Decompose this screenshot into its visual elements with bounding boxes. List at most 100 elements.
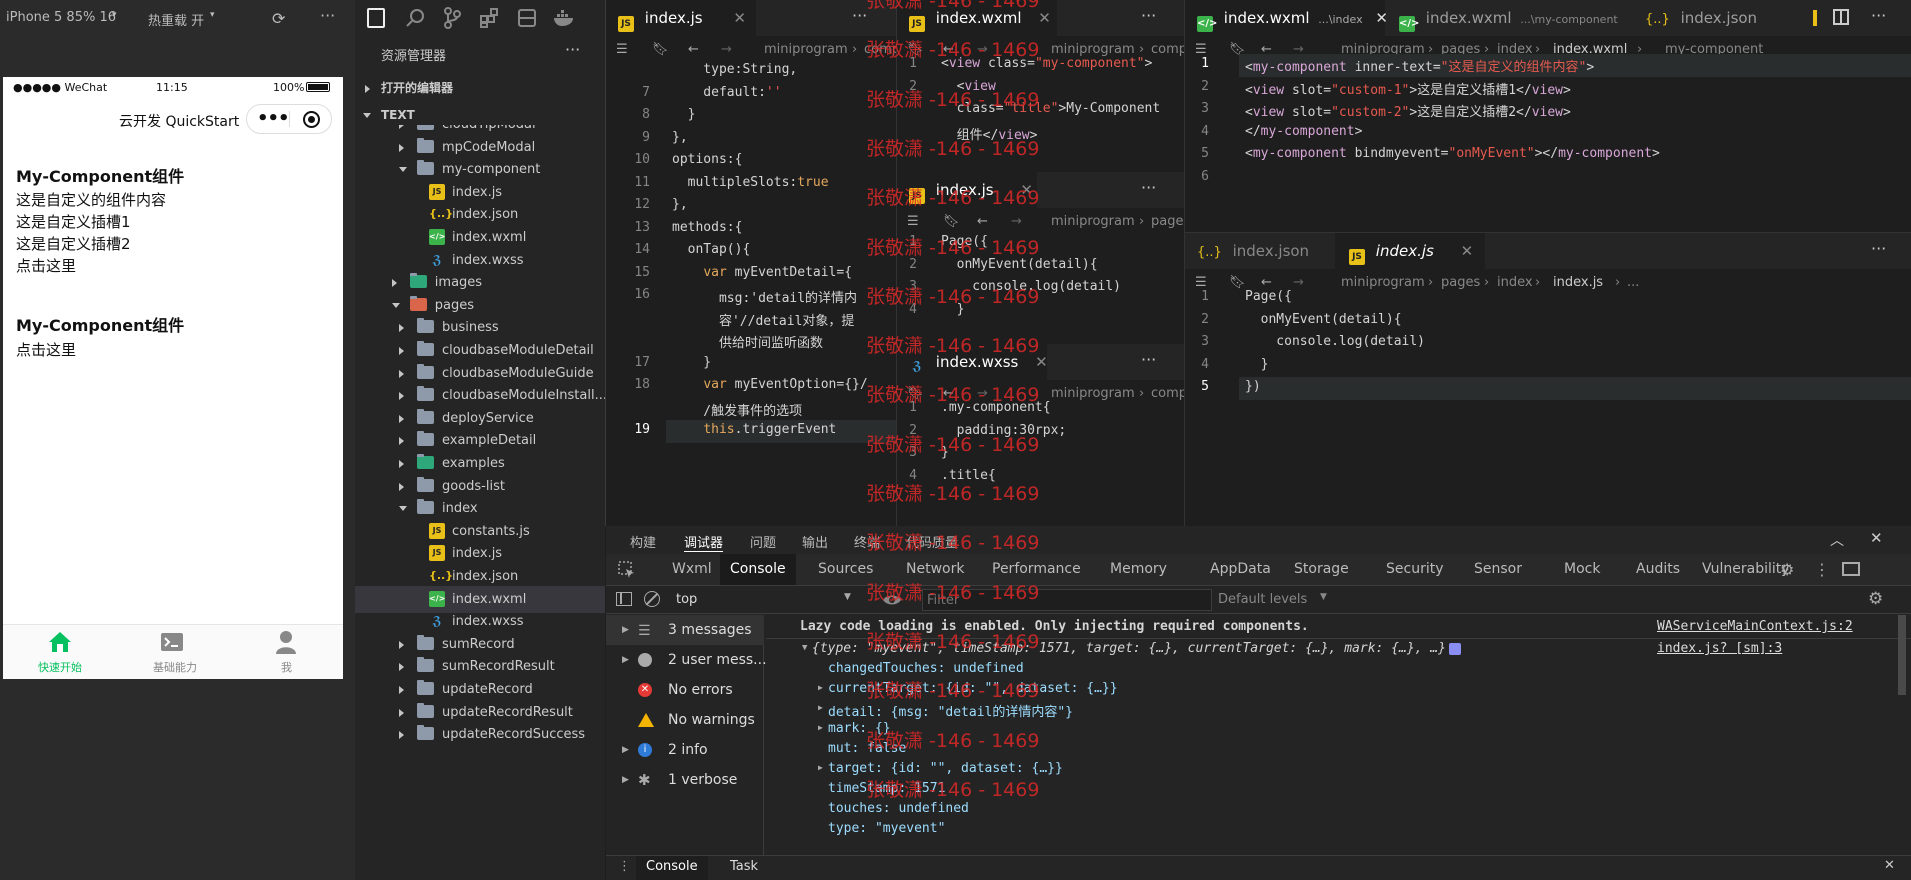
- explorer-more-icon[interactable]: ···: [565, 40, 580, 59]
- code-line[interactable]: <view slot="custom-1">这是自定义插槽1</view>: [1245, 79, 1571, 98]
- log-source-link[interactable]: WAServiceMainContext.js:2: [1657, 619, 1853, 634]
- code-line[interactable]: default:'': [672, 85, 781, 100]
- code-line[interactable]: onMyEvent(detail){: [1245, 312, 1402, 327]
- code-line[interactable]: <view slot="custom-2">这是自定义插槽2</view>: [1245, 101, 1571, 120]
- tree-item[interactable]: updateRecordSuccess: [355, 721, 605, 748]
- levels-select[interactable]: Default levels: [1218, 592, 1307, 607]
- code-line[interactable]: },: [672, 197, 688, 212]
- kebab-icon[interactable]: ⋮: [1814, 560, 1830, 579]
- capsule-menu[interactable]: •••: [246, 104, 332, 134]
- code-line[interactable]: onTap(){: [672, 242, 751, 257]
- forward-icon[interactable]: →: [721, 36, 732, 64]
- more-icon[interactable]: ···: [320, 6, 335, 25]
- kebab-icon[interactable]: ⋮: [618, 859, 631, 874]
- code-line[interactable]: /触发事件的选项: [672, 400, 802, 419]
- code-line[interactable]: }: [1245, 357, 1269, 372]
- tab-page-index-wxml[interactable]: </> index.wxml ...\index ✕: [1185, 0, 1388, 36]
- sidebar-verbose[interactable]: ▶ ✱ 1 verbose: [606, 765, 764, 795]
- devtools-tab[interactable]: Wxml: [672, 561, 712, 577]
- close-icon[interactable]: ✕: [1461, 242, 1474, 260]
- code-line[interactable]: options:{: [672, 152, 742, 167]
- search-icon[interactable]: [405, 8, 425, 28]
- code-area[interactable]: 1 .my-component{2 padding:30rpx; 3} 4 .title…: [897, 400, 1184, 526]
- capsule-more-icon[interactable]: •••: [257, 108, 290, 129]
- object-property[interactable]: detail: {msg: "detail的详情内容"}: [828, 701, 1073, 720]
- code-line[interactable]: }: [672, 107, 696, 122]
- code-area[interactable]: 1 Page({2 onMyEvent(detail){3 console.log…: [1185, 289, 1911, 526]
- code-line[interactable]: 组件</view>: [941, 124, 1038, 143]
- sidebar-user-messages[interactable]: ▶ 2 user mess...: [606, 645, 767, 675]
- dock-icon[interactable]: [1842, 562, 1860, 576]
- code-line[interactable]: type:String,: [672, 62, 797, 77]
- devtools-tab[interactable]: Memory: [1110, 561, 1167, 577]
- tab-problems[interactable]: 问题: [750, 532, 776, 551]
- editor-more-icon[interactable]: ···: [1141, 178, 1156, 197]
- close-drawer-icon[interactable]: ✕: [1884, 858, 1895, 873]
- code-line[interactable]: 供给时间监听函数: [672, 332, 823, 351]
- refresh-icon[interactable]: ⟳: [272, 9, 285, 28]
- editor-more-icon[interactable]: ···: [852, 6, 867, 25]
- sidebar-toggle-icon[interactable]: [616, 592, 632, 606]
- list-icon[interactable]: ☰: [616, 36, 628, 64]
- code-line[interactable]: 容'//detail对象，提: [672, 310, 854, 329]
- code-area[interactable]: 1 <view class="my-component"> 2 <view clas…: [897, 56, 1184, 172]
- code-line[interactable]: onMyEvent(detail){: [941, 257, 1098, 272]
- scrollbar[interactable]: [1898, 615, 1906, 695]
- devtools-tab[interactable]: Network: [906, 561, 964, 577]
- tab-build[interactable]: 构建: [630, 532, 656, 551]
- object-property[interactable]: target: {id: "", dataset: {…}}: [828, 761, 1063, 776]
- code-area[interactable]: type:String, 7 default:'' 8 } 9}, 10 options:…: [606, 62, 896, 526]
- code-line[interactable]: <view: [941, 79, 996, 94]
- tap-here-2[interactable]: 点击这里: [16, 339, 76, 360]
- editor-more-icon[interactable]: ···: [1141, 350, 1156, 369]
- code-line[interactable]: var myEventOption={}/: [672, 377, 867, 392]
- tab-index-json-2[interactable]: {..} index.json: [1185, 233, 1335, 269]
- bookmark-icon[interactable]: 🔖︎: [943, 208, 960, 236]
- object-info-icon[interactable]: [1449, 643, 1461, 655]
- close-icon[interactable]: ✕: [1020, 181, 1033, 199]
- hot-reload-toggle[interactable]: 热重载 开: [148, 10, 204, 29]
- code-line[interactable]: }: [672, 355, 711, 370]
- eye-icon[interactable]: [882, 594, 902, 606]
- code-line[interactable]: }: [941, 302, 965, 317]
- open-editors-section[interactable]: 打开的编辑器: [355, 75, 605, 102]
- code-area[interactable]: 1 Page({2 onMyEvent(detail){3 console.log…: [897, 234, 1184, 344]
- capsule-close-icon[interactable]: [303, 111, 320, 128]
- code-line[interactable]: <my-component inner-text="这是自定义的组件内容">: [1245, 56, 1594, 75]
- code-line[interactable]: Page({: [1245, 289, 1292, 304]
- devtools-tab[interactable]: Audits: [1636, 561, 1680, 577]
- maximize-icon[interactable]: ︿: [1830, 530, 1844, 550]
- editor-more-icon[interactable]: ···: [1141, 6, 1156, 25]
- devtools-tab[interactable]: Mock: [1564, 561, 1600, 577]
- code-line[interactable]: </my-component>: [1245, 124, 1362, 139]
- devtools-tab[interactable]: Storage: [1294, 561, 1349, 577]
- code-line[interactable]: Page({: [941, 234, 988, 249]
- split-editor-icon[interactable]: [1833, 9, 1849, 25]
- devtools-tab[interactable]: Sensor: [1474, 561, 1522, 577]
- tab-component-index-wxml-2[interactable]: </> index.wxml ...\my-component: [1385, 0, 1625, 36]
- sidebar-errors[interactable]: ✕ No errors: [606, 675, 764, 705]
- code-line[interactable]: multipleSlots:true: [672, 175, 829, 190]
- device-select[interactable]: iPhone 5 85% 16: [6, 10, 116, 25]
- code-line[interactable]: .title{: [941, 468, 996, 483]
- log-source-link[interactable]: index.js? [sm]:3: [1657, 641, 1782, 656]
- context-select[interactable]: top: [676, 592, 697, 607]
- list-icon[interactable]: ☰: [907, 208, 919, 236]
- devtools-tab[interactable]: Vulnerability: [1702, 561, 1790, 577]
- close-icon[interactable]: ✕: [1038, 9, 1051, 27]
- code-line[interactable]: console.log(detail): [941, 279, 1121, 294]
- code-line[interactable]: <view class="my-component">: [941, 56, 1152, 71]
- code-line[interactable]: msg:'detail的详情内: [672, 287, 857, 306]
- code-line[interactable]: }): [1245, 379, 1261, 394]
- tab-terminal[interactable]: 终端: [854, 532, 880, 551]
- code-line[interactable]: padding:30rpx;: [941, 423, 1067, 438]
- tab-component-index-wxss[interactable]: ℨ index.wxss ✕: [897, 344, 1048, 380]
- tab-component-index-js[interactable]: JS index.js ✕: [606, 0, 756, 36]
- code-line[interactable]: class="title">My-Component: [941, 101, 1161, 116]
- tab-page-index-js-2[interactable]: JS index.js ✕: [1335, 233, 1485, 269]
- console-log[interactable]: Lazy code loading is enabled. Only injec…: [766, 615, 1911, 855]
- editor-more-icon[interactable]: ···: [1871, 6, 1886, 25]
- code-line[interactable]: .my-component{: [941, 400, 1051, 415]
- docker-icon[interactable]: [553, 9, 575, 27]
- source-control-icon[interactable]: [443, 7, 461, 29]
